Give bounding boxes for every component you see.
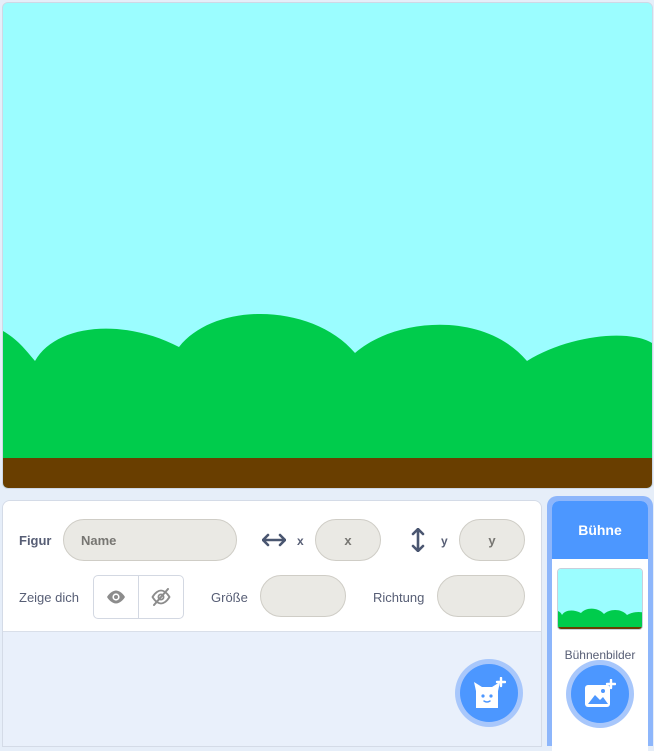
add-backdrop-button[interactable] (566, 660, 634, 728)
backdrop-thumbnail[interactable] (557, 568, 643, 630)
show-button[interactable] (94, 576, 138, 618)
sprite-name-input[interactable]: Name (63, 519, 237, 561)
sprite-panel: Figur Name x x y y Zeige dich Größe Rich… (2, 500, 542, 747)
add-sprite-button[interactable] (455, 659, 523, 727)
direction-input[interactable] (437, 575, 525, 617)
hide-button[interactable] (138, 576, 183, 618)
stage-backdrop (3, 3, 652, 488)
add-sprite-button-inner[interactable] (460, 664, 518, 722)
size-label: Größe (211, 590, 248, 605)
ground (3, 458, 652, 488)
stage-title: Bühne (578, 522, 622, 538)
sprite-label: Figur (19, 533, 52, 548)
sprite-info: Figur Name x x y y Zeige dich Größe Rich… (3, 501, 541, 632)
image-plus-icon (585, 679, 616, 707)
visibility-toggle (93, 575, 184, 619)
x-label: x (297, 534, 304, 548)
eye-slash-icon (151, 588, 171, 606)
y-label: y (441, 534, 448, 548)
show-label: Zeige dich (19, 590, 79, 605)
add-backdrop-button-inner[interactable] (571, 665, 629, 723)
eye-icon (107, 590, 125, 604)
stage-selector[interactable]: Bühne Bühnenbilder (547, 496, 653, 751)
backdrop-thumbnail-image (558, 569, 642, 629)
stage-canvas[interactable] (2, 2, 653, 489)
x-input[interactable]: x (315, 519, 381, 561)
size-input[interactable] (260, 575, 346, 617)
stage-header: Bühne (552, 501, 648, 559)
direction-label: Richtung (373, 590, 425, 605)
cat-plus-icon (474, 677, 506, 708)
horizontal-arrows-icon (262, 533, 286, 547)
vertical-arrows-icon (411, 528, 425, 552)
y-input[interactable]: y (459, 519, 525, 561)
